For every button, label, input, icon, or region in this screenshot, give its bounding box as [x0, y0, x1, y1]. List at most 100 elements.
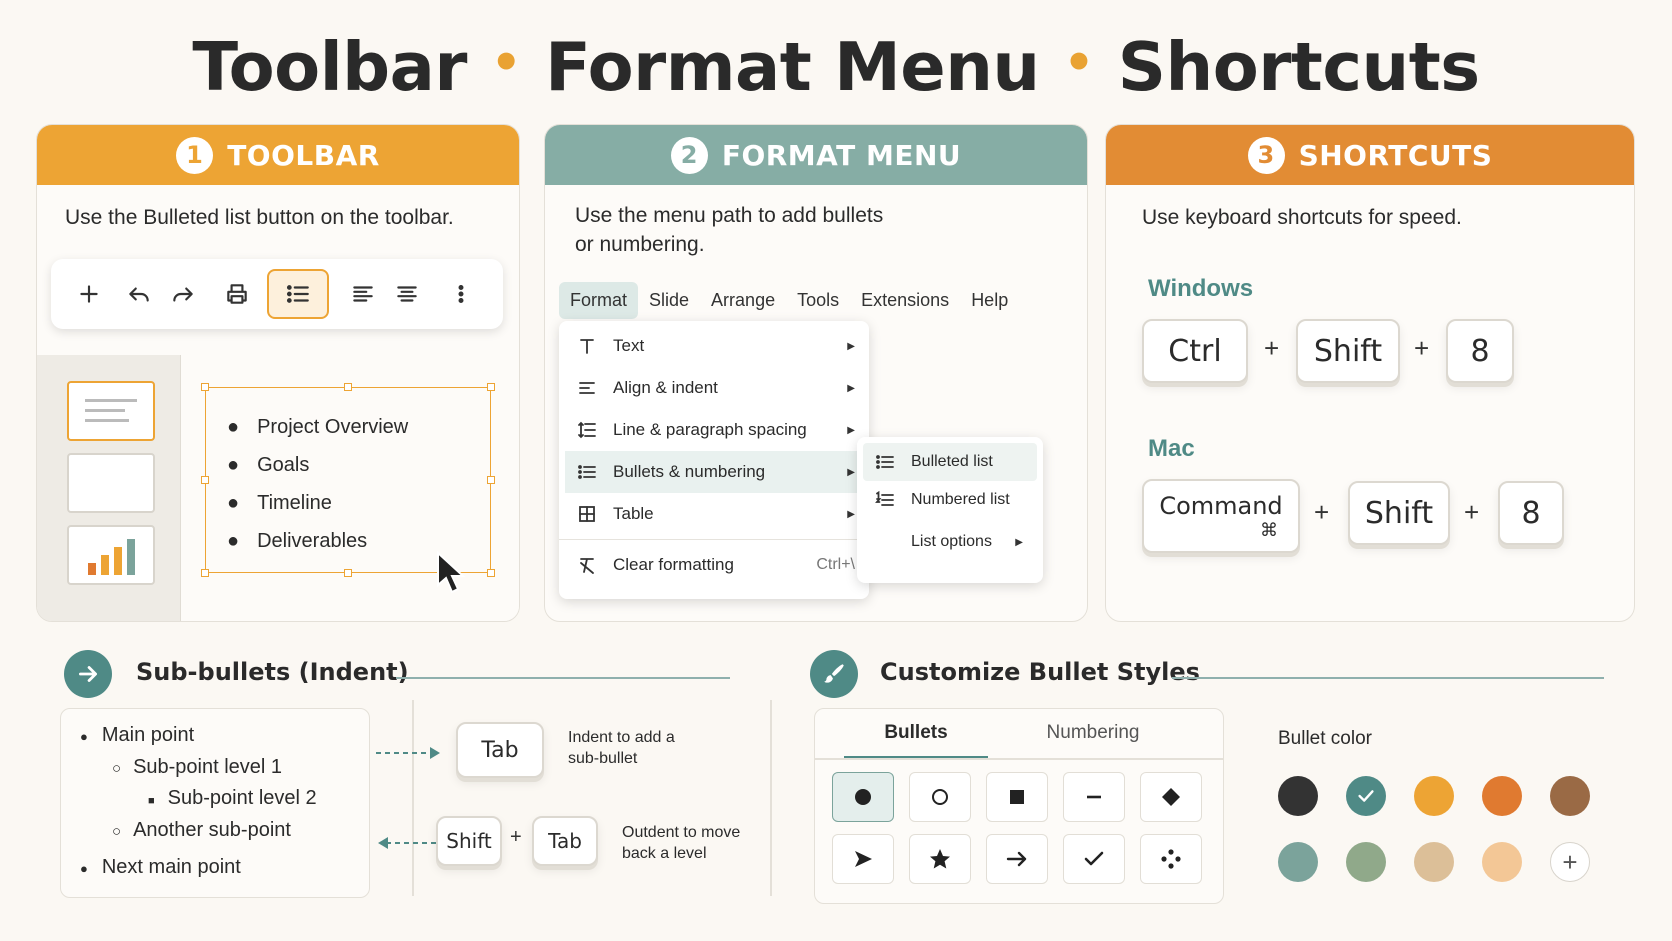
title-shortcuts: Shortcuts [1117, 28, 1480, 106]
subbullets-title: Sub-bullets (Indent) [136, 658, 409, 686]
four-dots-icon[interactable] [1140, 834, 1202, 884]
menu-help[interactable]: Help [960, 282, 1019, 319]
shortcuts-header-label: SHORTCUTS [1298, 138, 1493, 172]
submenu-arrow-icon: ▶ [847, 382, 855, 394]
color-swatch-charcoal[interactable] [1278, 776, 1318, 816]
menu-extensions[interactable]: Extensions [850, 282, 960, 319]
star-icon[interactable] [909, 834, 971, 884]
text-icon [577, 336, 599, 356]
menu-item-line-spacing[interactable]: Line & paragraph spacing ▶ [559, 409, 869, 451]
add-icon[interactable] [67, 272, 111, 316]
key-command: Command ⌘ [1142, 479, 1300, 553]
indent-arrow-icon [376, 747, 440, 759]
mouse-cursor-icon [437, 551, 466, 594]
title-dot: • [490, 35, 522, 92]
format-dropdown-menu: Text ▶ Align & indent ▶ Line & paragraph s… [559, 321, 869, 599]
tab-bullets[interactable]: Bullets [844, 722, 988, 759]
key-shift: Shift [1348, 481, 1450, 545]
title-format-menu: Format Menu [545, 28, 1040, 106]
plus-sign: + [1464, 497, 1480, 527]
shortcuts-panel: 3 SHORTCUTS Use keyboard shortcuts for s… [1105, 124, 1635, 622]
arrowhead-icon[interactable] [832, 834, 894, 884]
key-tab: Tab [456, 722, 544, 778]
customize-title: Customize Bullet Styles [880, 658, 1200, 686]
arrow-icon[interactable] [986, 834, 1048, 884]
bullet-style-grid [832, 772, 1202, 884]
step-number: 1 [176, 136, 214, 174]
menu-item-text[interactable]: Text ▶ [559, 325, 869, 367]
format-description: Use the menu path to add bullets or numb… [575, 204, 884, 256]
plus-sign: + [510, 826, 522, 848]
menu-item-bullets-numbering[interactable]: Bullets & numbering ▶ [565, 451, 863, 493]
key-8: 8 [1446, 319, 1514, 383]
title-toolbar: Toolbar [192, 28, 467, 106]
filled-circle-icon[interactable] [832, 772, 894, 822]
submenu-list-options[interactable]: List options ▶ [863, 519, 1037, 565]
menu-format[interactable]: Format [559, 282, 639, 319]
tab-numbering[interactable]: Numbering [1020, 722, 1166, 756]
toolbar-panel: 1 TOOLBAR Use the Bulleted list button o… [36, 124, 520, 622]
menu-bar: Format Slide Arrange Tools Extensions Help [559, 282, 1019, 319]
more-icon[interactable] [439, 272, 483, 316]
divider-line [1172, 677, 1604, 679]
toolbar-header-label: TOOLBAR [227, 138, 380, 172]
page-title: Toolbar • Format Menu • Shortcuts [0, 28, 1672, 106]
bullets-icon [577, 462, 599, 482]
toolbar-description: Use the Bulleted list button on the tool… [65, 206, 454, 229]
shortcuts-description: Use keyboard shortcuts for speed. [1142, 206, 1462, 229]
print-icon[interactable] [215, 272, 259, 316]
color-swatch-teal[interactable] [1346, 776, 1386, 816]
slide-thumbnail-2[interactable] [67, 453, 155, 513]
align-indent-icon [577, 378, 599, 398]
filled-square-icon[interactable] [986, 772, 1048, 822]
redo-icon[interactable] [161, 272, 205, 316]
toolbar [51, 259, 503, 329]
format-panel-header: 2 FORMAT MENU [545, 125, 1087, 185]
windows-label: Windows [1148, 275, 1254, 302]
color-swatch-sage[interactable] [1278, 842, 1318, 882]
key-shift: Shift [1296, 319, 1400, 383]
slide-thumbnail-chart[interactable] [67, 525, 155, 585]
divider-line [412, 700, 414, 896]
align-left-icon[interactable] [341, 272, 385, 316]
menu-item-align-indent[interactable]: Align & indent ▶ [559, 367, 869, 409]
submenu-bulleted-list[interactable]: Bulleted list [863, 443, 1037, 481]
hollow-circle-icon[interactable] [909, 772, 971, 822]
undo-icon[interactable] [117, 272, 161, 316]
color-swatch-orange[interactable] [1482, 776, 1522, 816]
diamond-icon[interactable] [1140, 772, 1202, 822]
format-menu-panel: 2 FORMAT MENU Use the menu path to add b… [544, 124, 1088, 622]
numbered-list-icon [875, 490, 897, 510]
color-swatch-yellow[interactable] [1414, 776, 1454, 816]
color-swatch-peach[interactable] [1482, 842, 1522, 882]
menu-arrange[interactable]: Arrange [700, 282, 786, 319]
command-symbol-icon: ⌘ [1260, 519, 1278, 541]
slide-bullet-list: ● Project Overview ● Goals ● Timeline ● Deli… [227, 408, 408, 560]
checkmark-icon[interactable] [1063, 834, 1125, 884]
list-item: ● Next main point [80, 856, 241, 878]
bulleted-list-button[interactable] [267, 269, 329, 319]
add-color-icon[interactable]: + [1550, 842, 1590, 882]
plus-sign: + [1414, 333, 1430, 363]
step-number: 2 [670, 136, 708, 174]
title-dot: • [1063, 35, 1095, 92]
menu-item-table[interactable]: Table ▶ [559, 493, 869, 535]
plus-sign: + [1264, 333, 1280, 363]
dash-icon[interactable] [1063, 772, 1125, 822]
color-swatch-brown[interactable] [1550, 776, 1590, 816]
divider-line [396, 677, 730, 679]
align-center-icon[interactable] [385, 272, 429, 316]
color-swatch-green[interactable] [1346, 842, 1386, 882]
outdent-arrow-icon [378, 837, 442, 849]
slide-thumbnail-1[interactable] [67, 381, 155, 441]
submenu-arrow-icon: ▶ [847, 340, 855, 352]
color-swatch-tan[interactable] [1414, 842, 1454, 882]
step-number: 3 [1247, 136, 1285, 174]
arrow-right-icon [64, 650, 112, 698]
format-header-label: FORMAT MENU [721, 138, 962, 172]
menu-slide[interactable]: Slide [638, 282, 700, 319]
shortcut-hint: Ctrl+\ [816, 556, 855, 573]
submenu-numbered-list[interactable]: Numbered list [863, 481, 1037, 519]
menu-item-clear-formatting[interactable]: Clear formatting Ctrl+\ [559, 544, 869, 586]
menu-tools[interactable]: Tools [786, 282, 850, 319]
